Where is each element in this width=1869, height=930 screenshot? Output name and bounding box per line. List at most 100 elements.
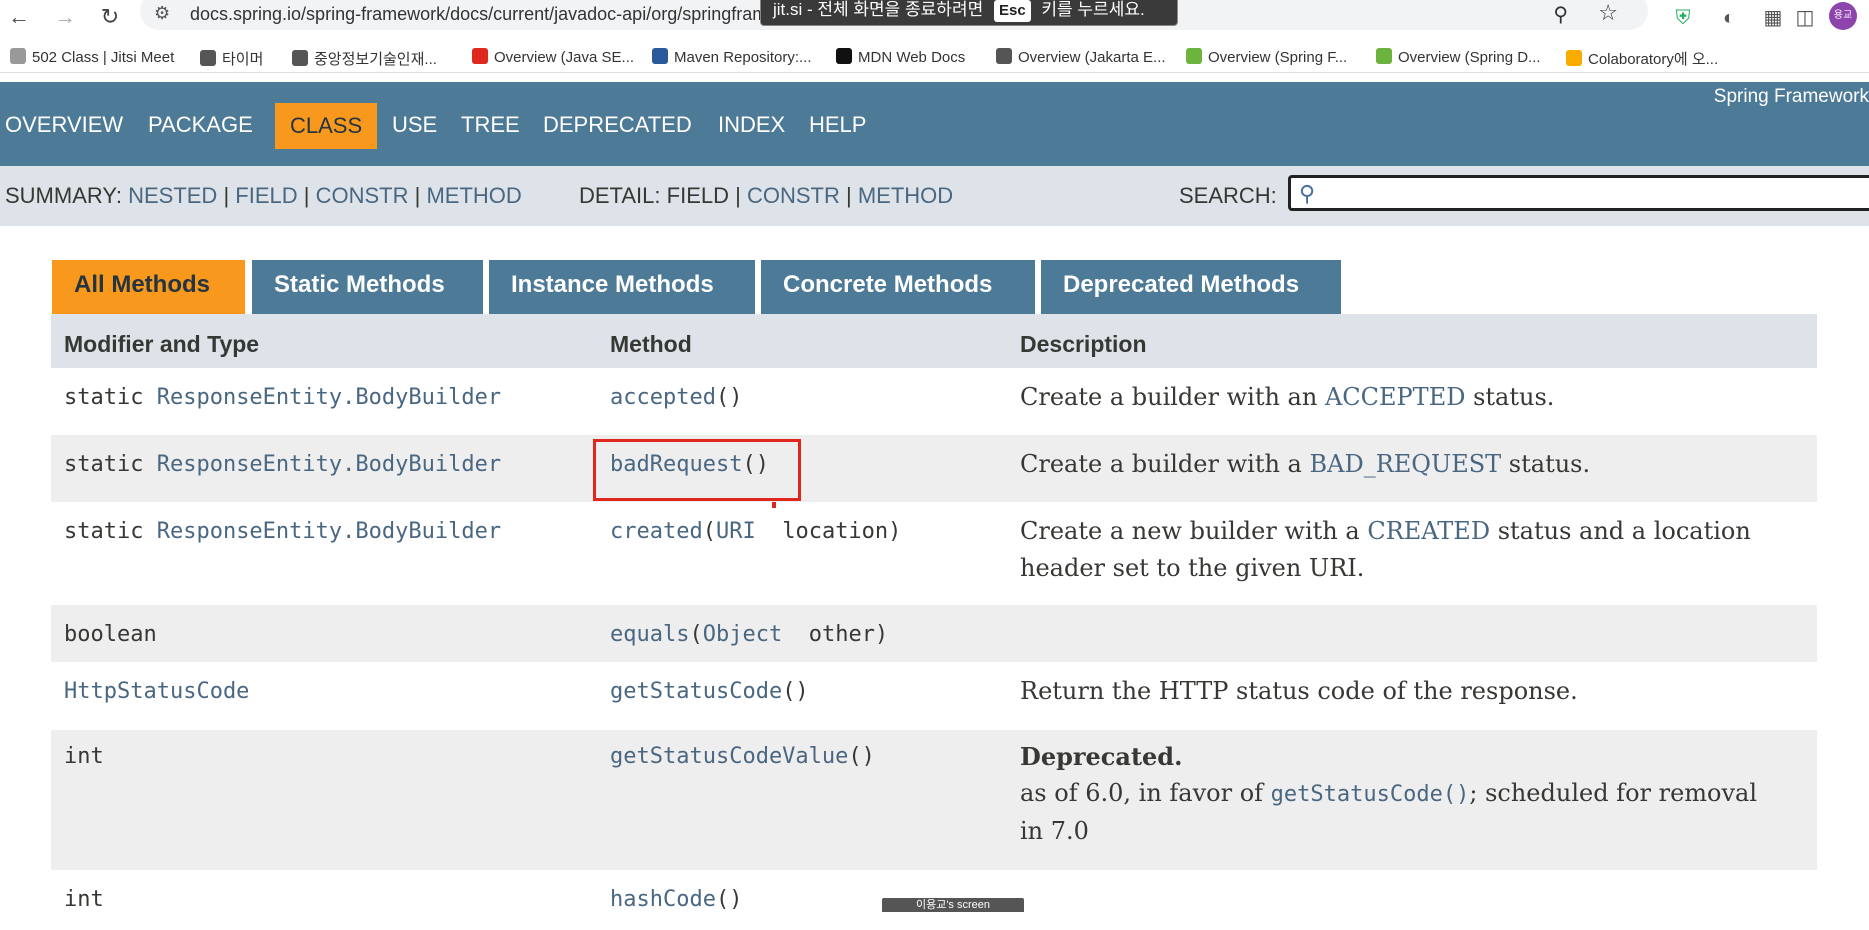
topnav-use[interactable]: USE <box>392 109 437 141</box>
method-link[interactable]: equals <box>610 622 689 647</box>
bookmark-item[interactable]: Colaboratory에 오... <box>1566 48 1718 69</box>
tab-static-methods[interactable]: Static Methods <box>252 260 483 314</box>
bookmark-item[interactable]: Overview (Spring D... <box>1376 48 1541 66</box>
bookmark-label: 타이머 <box>222 51 264 68</box>
summary-link-constr[interactable]: CONSTR <box>316 183 409 208</box>
bookmark-label: Overview (Spring F... <box>1208 49 1348 66</box>
search-input[interactable]: ⚲ <box>1288 175 1869 211</box>
summary-label: SUMMARY: <box>5 183 122 208</box>
oracle-icon <box>472 48 488 64</box>
bookmark-item[interactable]: Maven Repository:... <box>652 48 812 66</box>
modifier-type-cell: static ResponseEntity.BodyBuilder <box>64 519 501 544</box>
javadoc-sub-nav: SUMMARY: NESTED | FIELD | CONSTR | METHO… <box>0 166 1869 226</box>
method-cell: created(URI location) <box>610 519 901 544</box>
javadoc-top-nav: Spring Framework OVERVIEW PACKAGE CLASS USE… <box>0 82 1869 166</box>
detail-link-constr[interactable]: CONSTR <box>747 183 840 208</box>
back-arrow-icon[interactable]: ← <box>4 2 34 32</box>
description-link[interactable]: BAD_REQUEST <box>1310 450 1502 478</box>
return-type-link[interactable]: ResponseEntity.BodyBuilder <box>157 452 501 477</box>
table-row: static ResponseEntity.BodyBuilder accepte… <box>51 368 1817 435</box>
description-link[interactable]: CREATED <box>1367 517 1490 545</box>
site-info-icon[interactable]: ⚙ <box>154 3 170 23</box>
globe-icon <box>292 50 308 66</box>
param-type-link[interactable]: Object <box>703 622 782 647</box>
topnav-deprecated[interactable]: DEPRECATED <box>543 109 692 141</box>
param-type-link[interactable]: URI <box>716 519 756 544</box>
bookmark-item[interactable]: 중앙정보기술인재... <box>292 48 437 69</box>
tab-deprecated-methods[interactable]: Deprecated Methods <box>1041 260 1341 314</box>
topnav-tree[interactable]: TREE <box>461 109 520 141</box>
header-method: Method <box>610 331 692 357</box>
bookmark-item[interactable]: MDN Web Docs <box>836 48 965 66</box>
bookmark-item[interactable]: 502 Class | Jitsi Meet <box>10 48 174 66</box>
method-link[interactable]: accepted <box>610 385 716 410</box>
method-link[interactable]: hashCode <box>610 887 716 912</box>
sidebar-icon[interactable]: ◫ <box>1790 3 1820 33</box>
method-cell: getStatusCode() <box>610 679 809 704</box>
globe-icon <box>996 48 1012 64</box>
return-type-link[interactable]: ResponseEntity.BodyBuilder <box>157 519 501 544</box>
description-text: status. <box>1465 383 1555 411</box>
tab-all-methods[interactable]: All Methods <box>52 260 245 314</box>
description-text: Return the HTTP status code of the respo… <box>1020 677 1578 705</box>
topnav-overview[interactable]: OVERVIEW <box>5 109 123 141</box>
topnav-package[interactable]: PACKAGE <box>148 109 253 141</box>
method-params-open: ( <box>689 622 703 647</box>
bookmark-item[interactable]: Overview (Spring F... <box>1186 48 1347 66</box>
topnav-help[interactable]: HELP <box>809 109 866 141</box>
shield-extension-icon[interactable]: ⛨ <box>1668 3 1698 33</box>
detail-link-method[interactable]: METHOD <box>858 183 953 208</box>
method-link[interactable]: getStatusCode <box>610 679 782 704</box>
table-row: static ResponseEntity.BodyBuilder badRequ… <box>51 435 1817 502</box>
separator: | <box>735 183 741 208</box>
reload-icon[interactable]: ↻ <box>95 2 125 32</box>
method-link[interactable]: created <box>610 519 703 544</box>
bookmark-item[interactable]: 타이머 <box>200 48 263 69</box>
modifier-keyword: static <box>64 452 157 477</box>
bookmark-item[interactable]: Overview (Jakarta E... <box>996 48 1166 66</box>
globe-icon <box>200 50 216 66</box>
summary-link-method[interactable]: METHOD <box>426 183 521 208</box>
topnav-index[interactable]: INDEX <box>718 109 785 141</box>
tab-instance-methods[interactable]: Instance Methods <box>489 260 755 314</box>
toast-prefix: jit.si - 전체 화면을 종료하려면 <box>773 0 984 19</box>
method-cell: getStatusCodeValue() <box>610 744 875 769</box>
zoom-icon[interactable]: ⚲ <box>1553 2 1568 27</box>
search-icon: ⚲ <box>1299 181 1316 206</box>
description-text: as of 6.0, in favor of <box>1020 779 1271 807</box>
jitsi-icon <box>10 48 26 64</box>
bookmark-label: Colaboratory에 오... <box>1588 51 1719 68</box>
forward-arrow-icon[interactable]: → <box>50 2 80 32</box>
description-link[interactable]: ACCEPTED <box>1325 383 1466 411</box>
method-params: () <box>782 679 809 704</box>
bookmark-star-icon[interactable]: ☆ <box>1598 0 1618 26</box>
method-cell: accepted() <box>610 385 742 410</box>
summary-link-nested[interactable]: NESTED <box>128 183 217 208</box>
bookmark-item[interactable]: Overview (Java SE... <box>472 48 634 66</box>
detail-field-text: FIELD <box>666 183 729 208</box>
bookmarks-bar: 502 Class | Jitsi Meet 타이머 중앙정보기술인재... Over… <box>0 42 1869 73</box>
summary-link-field[interactable]: FIELD <box>235 183 297 208</box>
esc-key-badge: Esc <box>993 0 1031 22</box>
extension-circle-icon[interactable]: ◐ <box>1714 3 1744 33</box>
return-type-link[interactable]: ResponseEntity.BodyBuilder <box>157 385 501 410</box>
modifier-keyword: static <box>64 385 157 410</box>
param-name: location) <box>755 519 902 544</box>
method-link[interactable]: getStatusCodeValue <box>610 744 848 769</box>
puzzle-extension-icon[interactable]: ▦ <box>1758 3 1788 33</box>
mdn-icon <box>836 48 852 64</box>
return-type-link[interactable]: HttpStatusCode <box>64 679 249 704</box>
deprecated-label: Deprecated. <box>1020 742 1183 771</box>
description-cell: Return the HTTP status code of the respo… <box>1020 673 1780 710</box>
description-text: Create a builder with a <box>1020 450 1310 478</box>
profile-avatar[interactable]: 용교 <box>1829 2 1857 30</box>
bookmark-label: 502 Class | Jitsi Meet <box>32 49 175 66</box>
topnav-class[interactable]: CLASS <box>275 103 378 149</box>
tab-concrete-methods[interactable]: Concrete Methods <box>761 260 1035 314</box>
separator: | <box>845 183 852 208</box>
table-row: HttpStatusCode getStatusCode() Return the … <box>51 662 1817 730</box>
method-params-open: ( <box>702 519 716 544</box>
description-link[interactable]: getStatusCode() <box>1271 782 1470 807</box>
bookmark-label: Overview (Java SE... <box>494 49 635 66</box>
method-params: () <box>715 385 743 410</box>
